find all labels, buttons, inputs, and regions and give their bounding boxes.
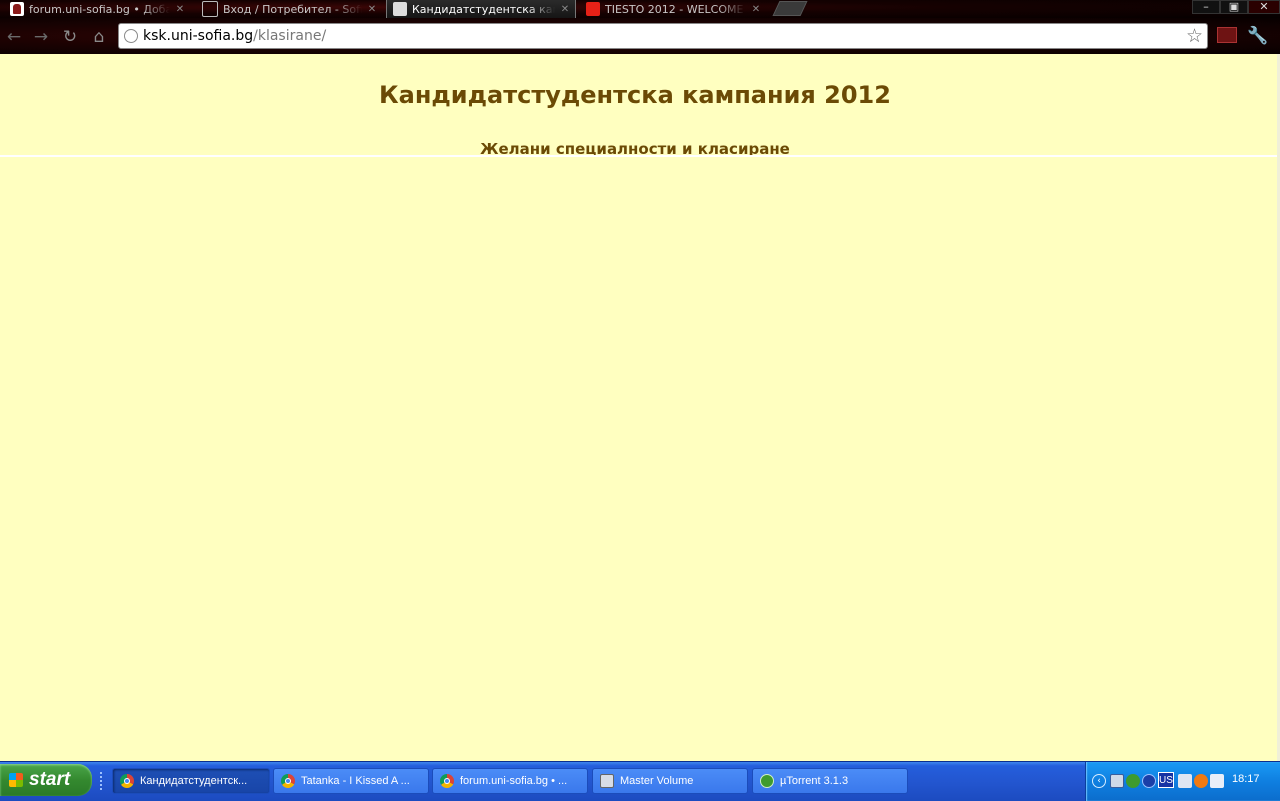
extension-icon[interactable] bbox=[1217, 27, 1237, 43]
taskbar-item-label: Кандидатстудентск... bbox=[140, 775, 248, 787]
tab-close-icon[interactable]: ✕ bbox=[559, 4, 571, 15]
taskbar-item-label: µTorrent 3.1.3 bbox=[780, 775, 849, 787]
forum-favicon-icon bbox=[10, 2, 24, 16]
taskbar-item-ksk[interactable]: Кандидатстудентск... bbox=[112, 768, 270, 794]
minimize-button[interactable]: – bbox=[1192, 0, 1220, 14]
reload-icon[interactable]: ↻ bbox=[60, 27, 80, 47]
utorrent-icon bbox=[760, 774, 774, 788]
url-host: ksk.uni-sofia.bg bbox=[143, 28, 254, 44]
bluetooth-icon[interactable] bbox=[1142, 774, 1156, 788]
content-area bbox=[0, 155, 1280, 761]
network-icon[interactable] bbox=[1110, 774, 1124, 788]
tab-close-icon[interactable]: ✕ bbox=[174, 4, 186, 15]
tab-ksk[interactable]: Кандидатстудентска кампа ✕ bbox=[386, 0, 576, 18]
start-label: start bbox=[29, 769, 71, 790]
taskbar-item-master-volume[interactable]: Master Volume bbox=[592, 768, 748, 794]
tab-login[interactable]: Вход / Потребител - Sofia U ✕ bbox=[196, 0, 382, 18]
volume-window-icon bbox=[600, 774, 614, 788]
tab-strip: forum.uni-sofia.bg • Добави ✕ Вход / Пот… bbox=[0, 0, 1280, 18]
forward-arrow-icon[interactable]: → bbox=[31, 27, 51, 47]
tab-title: forum.uni-sofia.bg • Добави bbox=[29, 2, 170, 16]
chrome-icon bbox=[281, 774, 295, 788]
bulb-favicon-icon bbox=[202, 1, 218, 17]
taskbar-item-label: forum.uni-sofia.bg • ... bbox=[460, 775, 568, 787]
address-bar[interactable]: ksk.uni-sofia.bg/klasirane/ ☆ bbox=[118, 23, 1208, 49]
system-tray: ‹ US 18:17 bbox=[1085, 762, 1280, 801]
tray-chevron-icon[interactable]: ‹ bbox=[1092, 774, 1106, 788]
taskbar-item-utorrent[interactable]: µTorrent 3.1.3 bbox=[752, 768, 908, 794]
tab-close-icon[interactable]: ✕ bbox=[750, 4, 762, 15]
tab-title: Кандидатстудентска кампа bbox=[412, 2, 555, 16]
wrench-icon[interactable]: 🔧 bbox=[1247, 26, 1268, 46]
taskbar-item-label: Master Volume bbox=[620, 775, 694, 787]
utorrent-tray-icon[interactable] bbox=[1126, 774, 1140, 788]
youtube-favicon-icon bbox=[586, 2, 600, 16]
globe-icon bbox=[124, 29, 138, 43]
page-content: Кандидатстудентска кампания 2012 Желани … bbox=[0, 54, 1280, 761]
bookmark-star-icon[interactable]: ☆ bbox=[1186, 25, 1203, 47]
window-controls: – ▣ ✕ bbox=[1192, 0, 1280, 14]
clock[interactable]: 18:17 bbox=[1232, 773, 1260, 785]
quicklaunch-grip[interactable] bbox=[100, 772, 107, 790]
chrome-icon bbox=[440, 774, 454, 788]
tab-close-icon[interactable]: ✕ bbox=[366, 4, 378, 15]
page-title: Кандидатстудентска кампания 2012 bbox=[379, 81, 891, 109]
taskbar-item-tatanka[interactable]: Tatanka - I Kissed A ... bbox=[273, 768, 429, 794]
maximize-button[interactable]: ▣ bbox=[1220, 0, 1248, 14]
tab-forum[interactable]: forum.uni-sofia.bg • Добави ✕ bbox=[4, 0, 190, 18]
taskbar: start Кандидатстудентск... Tatanka - I K… bbox=[0, 761, 1280, 801]
taskbar-item-forum[interactable]: forum.uni-sofia.bg • ... bbox=[432, 768, 588, 794]
new-tab-button[interactable] bbox=[772, 1, 808, 16]
tab-title: TIESTO 2012 - WELCOME TO bbox=[605, 2, 746, 16]
language-indicator[interactable]: US bbox=[1158, 772, 1174, 788]
home-icon[interactable]: ⌂ bbox=[89, 27, 109, 47]
browser-toolbar: ← → ↻ ⌂ ksk.uni-sofia.bg/klasirane/ ☆ bbox=[0, 18, 1280, 54]
tab-title: Вход / Потребител - Sofia U bbox=[223, 2, 362, 16]
back-arrow-icon[interactable]: ← bbox=[4, 27, 24, 47]
ksk-favicon-icon bbox=[393, 2, 407, 16]
url-path: /klasirane/ bbox=[253, 28, 327, 44]
chrome-icon bbox=[120, 774, 134, 788]
taskbar-item-label: Tatanka - I Kissed A ... bbox=[301, 775, 410, 787]
speaker-icon[interactable] bbox=[1178, 774, 1192, 788]
windows-flag-icon bbox=[9, 773, 23, 787]
volume-icon[interactable] bbox=[1210, 774, 1224, 788]
close-window-button[interactable]: ✕ bbox=[1248, 0, 1280, 14]
tab-youtube[interactable]: TIESTO 2012 - WELCOME TO ✕ bbox=[580, 0, 766, 18]
start-button[interactable]: start bbox=[0, 764, 92, 796]
g-app-icon[interactable] bbox=[1194, 774, 1208, 788]
